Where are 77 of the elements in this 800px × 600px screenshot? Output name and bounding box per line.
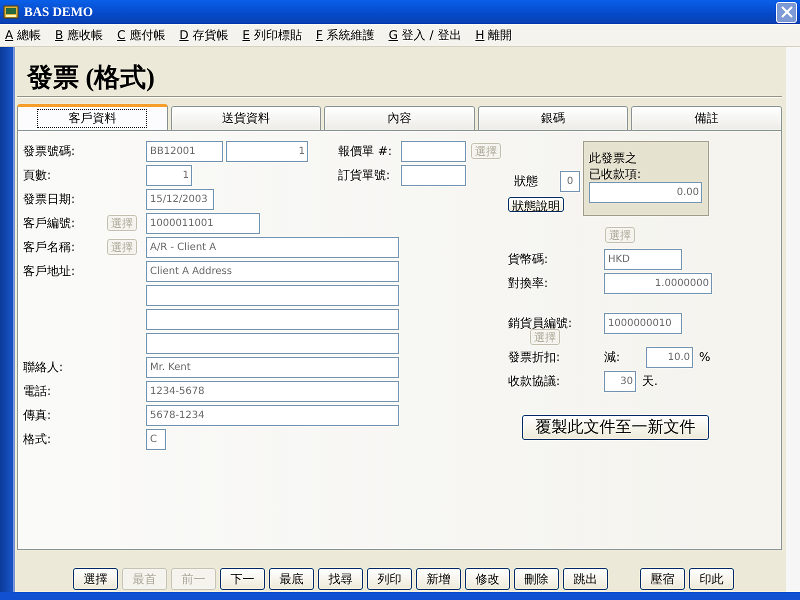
window-title: BAS DEMO: [24, 4, 93, 20]
field-label: 傳真:: [23, 408, 52, 422]
field-label: 客戶地址:: [23, 264, 76, 278]
unit-label: %: [699, 350, 710, 364]
input-field[interactable]: 1.0000000: [604, 272, 712, 294]
received-label: 此發票之: [589, 150, 638, 166]
input-field[interactable]: 5678-1234: [146, 404, 399, 426]
input-field[interactable]: BB12001: [146, 140, 223, 162]
menu-item[interactable]: C 應付帳: [117, 26, 166, 44]
input-field[interactable]: 1: [146, 164, 192, 186]
tab[interactable]: 送貨資料: [170, 106, 322, 130]
status-label: 狀態: [514, 173, 538, 190]
field-label: 格式:: [23, 432, 52, 446]
copy-document-button[interactable]: 覆製此文件至一新文件: [522, 415, 709, 440]
form-title: 發票 (格式): [26, 62, 156, 94]
input-field[interactable]: A/R - Client A: [146, 236, 399, 258]
field-label: 發票日期:: [23, 192, 76, 206]
received-field[interactable]: 0.00: [589, 182, 702, 204]
input-field[interactable]: [146, 308, 399, 330]
app-icon: [3, 4, 19, 20]
input-field[interactable]: Client A Address: [146, 260, 399, 282]
field-label: 聯絡人:: [23, 360, 64, 374]
field-label: 訂貨單號:: [338, 166, 392, 184]
received-label: 已收款項:: [589, 166, 642, 182]
input-field[interactable]: 1234-5678: [146, 380, 399, 402]
input-field[interactable]: 10.0: [646, 346, 693, 368]
field-label: 電話:: [23, 384, 52, 398]
input-field[interactable]: 15/12/2003: [146, 188, 214, 210]
toolbar-button[interactable]: 壓宿: [640, 568, 685, 590]
tab[interactable]: 備註: [631, 106, 782, 130]
menu-item[interactable]: D 存貨帳: [179, 26, 228, 44]
unit-label: 天.: [642, 372, 658, 390]
close-icon: [780, 6, 792, 18]
status-field[interactable]: 0: [560, 171, 580, 192]
field-label: 貨幣碼:: [508, 250, 550, 268]
toolbar-button[interactable]: 新增: [416, 568, 461, 590]
toolbar-button[interactable]: 修改: [465, 568, 510, 590]
field-label: 客戶名稱:: [23, 240, 76, 254]
input-field[interactable]: [401, 164, 466, 186]
input-field[interactable]: HKD: [604, 248, 682, 270]
menu-item[interactable]: E 列印標貼: [242, 26, 302, 44]
close-button[interactable]: [776, 2, 797, 22]
status-button[interactable]: 狀態說明: [508, 197, 564, 212]
input-field[interactable]: 1000000010: [604, 312, 682, 334]
toolbar-button[interactable]: 列印: [367, 568, 412, 590]
toolbar-button[interactable]: 刪除: [514, 568, 559, 590]
field-label: 客戶編號:: [23, 216, 76, 230]
menu-item[interactable]: B 應收帳: [55, 26, 104, 44]
menu-item[interactable]: G 登入 / 登出: [388, 26, 462, 44]
field-label: 報價單 #:: [338, 142, 393, 160]
input-field[interactable]: 1: [226, 140, 308, 162]
tab[interactable]: 客戶資料: [17, 104, 168, 130]
input-field[interactable]: [146, 284, 399, 306]
field-label: 發票折扣:: [508, 348, 562, 366]
input-field[interactable]: Mr. Kent: [146, 356, 399, 378]
field-label: 對換率:: [508, 274, 550, 292]
input-field[interactable]: [401, 140, 466, 162]
toolbar-button[interactable]: 印此: [689, 568, 734, 590]
input-field[interactable]: [146, 332, 399, 354]
field-label: 發票號碼:: [23, 142, 76, 160]
input-field[interactable]: 1000011001: [146, 212, 260, 234]
field-label: 銷貨員編號:: [508, 314, 574, 332]
toolbar-button[interactable]: 跳出: [563, 568, 608, 590]
toolbar-button[interactable]: 選擇: [73, 568, 118, 590]
tab[interactable]: 內容: [324, 106, 475, 130]
tab[interactable]: 銀碼: [478, 106, 628, 130]
input-field[interactable]: 30: [604, 370, 636, 392]
input-field[interactable]: C: [146, 428, 166, 450]
toolbar-button[interactable]: 找尋: [318, 568, 363, 590]
menu-item[interactable]: F 系統維護: [316, 26, 375, 44]
field-label: 收款協議:: [508, 372, 562, 390]
toolbar-button[interactable]: 最底: [269, 568, 314, 590]
menu-item[interactable]: A 總帳: [5, 26, 42, 44]
toolbar-button[interactable]: 下一: [220, 568, 265, 590]
field-label: 減:: [604, 348, 622, 366]
menu-item[interactable]: H 離開: [475, 26, 512, 44]
field-label: 頁數:: [23, 166, 52, 184]
